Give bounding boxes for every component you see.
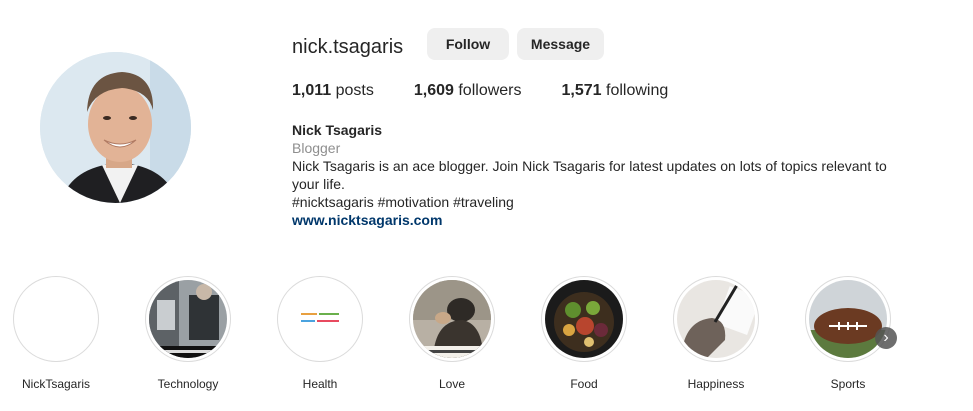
bio-hashtags[interactable]: #nicktsagaris #motivation #traveling — [292, 193, 892, 211]
highlight-health[interactable]: Health — [265, 276, 375, 392]
avatar-photo — [40, 52, 191, 203]
stat-posts[interactable]: 1,011 posts — [292, 81, 374, 101]
highlight-ring — [277, 276, 363, 362]
profile-avatar[interactable] — [40, 52, 191, 203]
highlight-happiness[interactable]: Happiness — [661, 276, 771, 392]
highlight-cover — [809, 280, 887, 358]
highlight-technology[interactable]: Technology — [133, 276, 243, 392]
profile-bio: Nick Tsagaris Blogger Nick Tsagaris is a… — [292, 121, 892, 229]
highlight-label: Sports — [830, 377, 866, 391]
chevron-right-icon[interactable]: › — [875, 327, 897, 349]
stat-count: 1,571 — [561, 82, 602, 99]
highlight-cover — [149, 280, 227, 358]
stat-count: 1,609 — [413, 82, 454, 99]
username: nick.tsagaris — [292, 36, 404, 58]
highlight-ring — [409, 276, 495, 362]
website-link[interactable]: www.nicktsagaris.com — [292, 211, 892, 229]
stat-following[interactable]: 1,571 following — [562, 81, 669, 101]
highlight-cover — [677, 280, 755, 358]
highlight-cover — [17, 280, 95, 358]
highlight-cover — [413, 280, 491, 358]
category-label: Blogger — [292, 140, 341, 156]
stat-label: followers — [458, 82, 522, 99]
highlight-label: Food — [570, 377, 598, 391]
message-button[interactable]: Message — [517, 28, 604, 60]
highlight-label: NickTsagaris — [21, 377, 90, 391]
highlight-food[interactable]: Food — [529, 276, 639, 392]
bio-description: Nick Tsagaris is an ace blogger. Join Ni… — [292, 158, 887, 192]
stat-label: posts — [335, 82, 374, 99]
profile-stats: 1,011 posts 1,609 followers 1,571 follow… — [292, 81, 708, 101]
highlight-nicktsagaris[interactable]: NickTsagaris — [1, 276, 111, 392]
highlight-ring — [805, 276, 891, 362]
highlight-ring — [13, 276, 99, 362]
stat-followers[interactable]: 1,609 followers — [414, 81, 522, 101]
stat-label: following — [606, 82, 669, 99]
highlight-label: Health — [302, 377, 338, 391]
highlight-ring — [541, 276, 627, 362]
highlight-ring — [145, 276, 231, 362]
highlight-label: Love — [438, 377, 466, 391]
highlight-ring — [673, 276, 759, 362]
highlight-cover — [545, 280, 623, 358]
highlight-cover — [281, 280, 359, 358]
highlight-label: Happiness — [687, 377, 745, 391]
highlight-label: Technology — [157, 377, 219, 391]
follow-button[interactable]: Follow — [427, 28, 509, 60]
stat-count: 1,011 — [292, 82, 332, 99]
highlight-love[interactable]: Love — [397, 276, 507, 392]
display-name: Nick Tsagaris — [292, 122, 383, 138]
